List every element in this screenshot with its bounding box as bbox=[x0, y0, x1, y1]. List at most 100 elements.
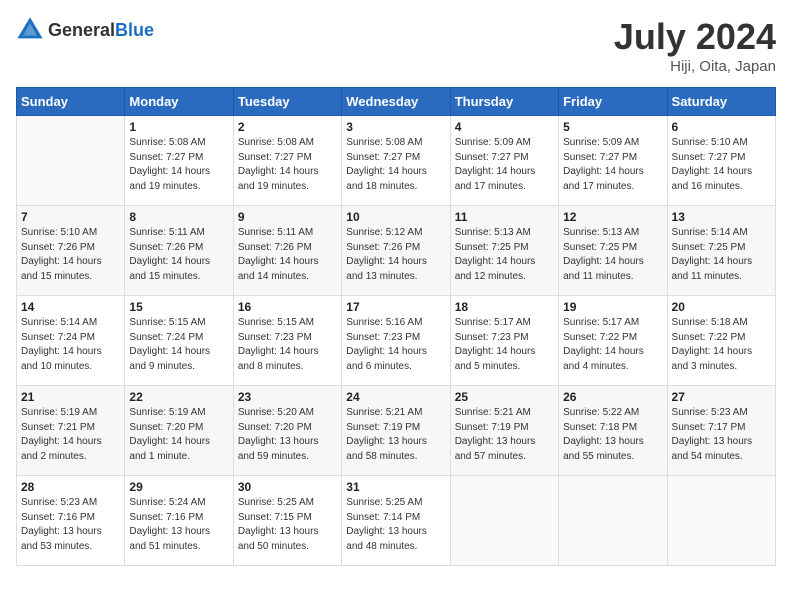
calendar-cell: 4 Sunrise: 5:09 AM Sunset: 7:27 PM Daylig… bbox=[450, 116, 558, 206]
day-info: Sunrise: 5:17 AM Sunset: 7:22 PM Dayligh… bbox=[563, 316, 662, 374]
day-number: 20 bbox=[672, 300, 771, 314]
calendar-cell bbox=[450, 476, 558, 566]
calendar-week-row: 7Sunrise: 5:10 AM Sunset: 7:26 PM Daylig… bbox=[17, 206, 776, 296]
calendar-cell: 26Sunrise: 5:22 AM Sunset: 7:18 PM Dayli… bbox=[559, 386, 667, 476]
calendar-cell: 7Sunrise: 5:10 AM Sunset: 7:26 PM Daylig… bbox=[17, 206, 125, 296]
day-number: 3 bbox=[346, 120, 445, 134]
day-info: Sunrise: 5:16 AM Sunset: 7:23 PM Dayligh… bbox=[346, 316, 445, 374]
logo: GeneralBlue bbox=[16, 16, 154, 44]
day-number: 31 bbox=[346, 480, 445, 494]
weekday-header-row: SundayMondayTuesdayWednesdayThursdayFrid… bbox=[17, 88, 776, 116]
day-number: 29 bbox=[129, 480, 228, 494]
day-info: Sunrise: 5:18 AM Sunset: 7:22 PM Dayligh… bbox=[672, 316, 771, 374]
day-info: Sunrise: 5:08 AM Sunset: 7:27 PM Dayligh… bbox=[346, 136, 445, 194]
calendar-cell: 31 Sunrise: 5:25 AM Sunset: 7:14 PM Dayli… bbox=[342, 476, 450, 566]
calendar-cell: 22Sunrise: 5:19 AM Sunset: 7:20 PM Dayli… bbox=[125, 386, 233, 476]
calendar-title: July 2024 bbox=[614, 16, 776, 58]
calendar-cell: 10Sunrise: 5:12 AM Sunset: 7:26 PM Dayli… bbox=[342, 206, 450, 296]
calendar-cell: 25 Sunrise: 5:21 AM Sunset: 7:19 PM Dayli… bbox=[450, 386, 558, 476]
day-info: Sunrise: 5:21 AM Sunset: 7:19 PM Dayligh… bbox=[346, 406, 445, 464]
calendar-cell: 14 Sunrise: 5:14 AM Sunset: 7:24 PM Dayli… bbox=[17, 296, 125, 386]
calendar-cell: 8Sunrise: 5:11 AM Sunset: 7:26 PM Daylig… bbox=[125, 206, 233, 296]
day-info: Sunrise: 5:12 AM Sunset: 7:26 PM Dayligh… bbox=[346, 226, 445, 284]
day-info: Sunrise: 5:09 AM Sunset: 7:27 PM Dayligh… bbox=[563, 136, 662, 194]
calendar-cell: 3 Sunrise: 5:08 AM Sunset: 7:27 PM Daylig… bbox=[342, 116, 450, 206]
day-number: 25 bbox=[455, 390, 554, 404]
calendar-cell: 19 Sunrise: 5:17 AM Sunset: 7:22 PM Dayli… bbox=[559, 296, 667, 386]
day-number: 1 bbox=[129, 120, 228, 134]
day-info: Sunrise: 5:09 AM Sunset: 7:27 PM Dayligh… bbox=[455, 136, 554, 194]
calendar-cell: 24Sunrise: 5:21 AM Sunset: 7:19 PM Dayli… bbox=[342, 386, 450, 476]
calendar-cell: 1 Sunrise: 5:08 AM Sunset: 7:27 PM Daylig… bbox=[125, 116, 233, 206]
day-number: 4 bbox=[455, 120, 554, 134]
calendar-cell: 16Sunrise: 5:15 AM Sunset: 7:23 PM Dayli… bbox=[233, 296, 341, 386]
calendar-cell: 9Sunrise: 5:11 AM Sunset: 7:26 PM Daylig… bbox=[233, 206, 341, 296]
calendar-cell: 18 Sunrise: 5:17 AM Sunset: 7:23 PM Dayli… bbox=[450, 296, 558, 386]
weekday-header: Tuesday bbox=[233, 88, 341, 116]
day-number: 19 bbox=[563, 300, 662, 314]
calendar-cell bbox=[559, 476, 667, 566]
weekday-header: Friday bbox=[559, 88, 667, 116]
calendar-cell: 2 Sunrise: 5:08 AM Sunset: 7:27 PM Daylig… bbox=[233, 116, 341, 206]
day-number: 14 bbox=[21, 300, 120, 314]
day-info: Sunrise: 5:15 AM Sunset: 7:23 PM Dayligh… bbox=[238, 316, 337, 374]
calendar-cell: 6 Sunrise: 5:10 AM Sunset: 7:27 PM Daylig… bbox=[667, 116, 775, 206]
calendar-cell: 15 Sunrise: 5:15 AM Sunset: 7:24 PM Dayli… bbox=[125, 296, 233, 386]
day-number: 30 bbox=[238, 480, 337, 494]
day-info: Sunrise: 5:14 AM Sunset: 7:24 PM Dayligh… bbox=[21, 316, 120, 374]
day-number: 27 bbox=[672, 390, 771, 404]
day-info: Sunrise: 5:13 AM Sunset: 7:25 PM Dayligh… bbox=[563, 226, 662, 284]
calendar-cell: 11Sunrise: 5:13 AM Sunset: 7:25 PM Dayli… bbox=[450, 206, 558, 296]
calendar-cell: 27 Sunrise: 5:23 AM Sunset: 7:17 PM Dayli… bbox=[667, 386, 775, 476]
day-number: 12 bbox=[563, 210, 662, 224]
calendar-cell bbox=[17, 116, 125, 206]
weekday-header: Thursday bbox=[450, 88, 558, 116]
day-info: Sunrise: 5:21 AM Sunset: 7:19 PM Dayligh… bbox=[455, 406, 554, 464]
logo-icon bbox=[16, 16, 44, 44]
calendar-location: Hiji, Oita, Japan bbox=[614, 58, 776, 75]
calendar-cell: 29 Sunrise: 5:24 AM Sunset: 7:16 PM Dayli… bbox=[125, 476, 233, 566]
day-info: Sunrise: 5:23 AM Sunset: 7:17 PM Dayligh… bbox=[672, 406, 771, 464]
calendar-cell bbox=[667, 476, 775, 566]
calendar-cell: 12 Sunrise: 5:13 AM Sunset: 7:25 PM Dayli… bbox=[559, 206, 667, 296]
day-info: Sunrise: 5:17 AM Sunset: 7:23 PM Dayligh… bbox=[455, 316, 554, 374]
day-number: 28 bbox=[21, 480, 120, 494]
calendar-cell: 17 Sunrise: 5:16 AM Sunset: 7:23 PM Dayli… bbox=[342, 296, 450, 386]
weekday-header: Sunday bbox=[17, 88, 125, 116]
calendar-cell: 20 Sunrise: 5:18 AM Sunset: 7:22 PM Dayli… bbox=[667, 296, 775, 386]
calendar-week-row: 28 Sunrise: 5:23 AM Sunset: 7:16 PM Dayli… bbox=[17, 476, 776, 566]
logo-text-general: General bbox=[48, 20, 115, 40]
day-number: 22 bbox=[129, 390, 228, 404]
calendar-week-row: 1 Sunrise: 5:08 AM Sunset: 7:27 PM Daylig… bbox=[17, 116, 776, 206]
day-info: Sunrise: 5:25 AM Sunset: 7:14 PM Dayligh… bbox=[346, 496, 445, 554]
day-number: 18 bbox=[455, 300, 554, 314]
calendar-cell: 5 Sunrise: 5:09 AM Sunset: 7:27 PM Daylig… bbox=[559, 116, 667, 206]
calendar-table: SundayMondayTuesdayWednesdayThursdayFrid… bbox=[16, 87, 776, 566]
weekday-header: Wednesday bbox=[342, 88, 450, 116]
calendar-week-row: 14 Sunrise: 5:14 AM Sunset: 7:24 PM Dayli… bbox=[17, 296, 776, 386]
day-number: 21 bbox=[21, 390, 120, 404]
day-info: Sunrise: 5:15 AM Sunset: 7:24 PM Dayligh… bbox=[129, 316, 228, 374]
calendar-cell: 30Sunrise: 5:25 AM Sunset: 7:15 PM Dayli… bbox=[233, 476, 341, 566]
page-header: GeneralBlue July 2024 Hiji, Oita, Japan bbox=[16, 16, 776, 75]
day-number: 13 bbox=[672, 210, 771, 224]
weekday-header: Saturday bbox=[667, 88, 775, 116]
day-info: Sunrise: 5:23 AM Sunset: 7:16 PM Dayligh… bbox=[21, 496, 120, 554]
day-number: 6 bbox=[672, 120, 771, 134]
day-info: Sunrise: 5:08 AM Sunset: 7:27 PM Dayligh… bbox=[238, 136, 337, 194]
day-info: Sunrise: 5:11 AM Sunset: 7:26 PM Dayligh… bbox=[238, 226, 337, 284]
day-info: Sunrise: 5:24 AM Sunset: 7:16 PM Dayligh… bbox=[129, 496, 228, 554]
day-info: Sunrise: 5:19 AM Sunset: 7:21 PM Dayligh… bbox=[21, 406, 120, 464]
day-info: Sunrise: 5:10 AM Sunset: 7:27 PM Dayligh… bbox=[672, 136, 771, 194]
day-info: Sunrise: 5:08 AM Sunset: 7:27 PM Dayligh… bbox=[129, 136, 228, 194]
weekday-header: Monday bbox=[125, 88, 233, 116]
day-info: Sunrise: 5:10 AM Sunset: 7:26 PM Dayligh… bbox=[21, 226, 120, 284]
day-number: 2 bbox=[238, 120, 337, 134]
day-number: 15 bbox=[129, 300, 228, 314]
day-number: 17 bbox=[346, 300, 445, 314]
day-number: 23 bbox=[238, 390, 337, 404]
day-number: 8 bbox=[129, 210, 228, 224]
day-number: 5 bbox=[563, 120, 662, 134]
day-info: Sunrise: 5:20 AM Sunset: 7:20 PM Dayligh… bbox=[238, 406, 337, 464]
day-info: Sunrise: 5:14 AM Sunset: 7:25 PM Dayligh… bbox=[672, 226, 771, 284]
